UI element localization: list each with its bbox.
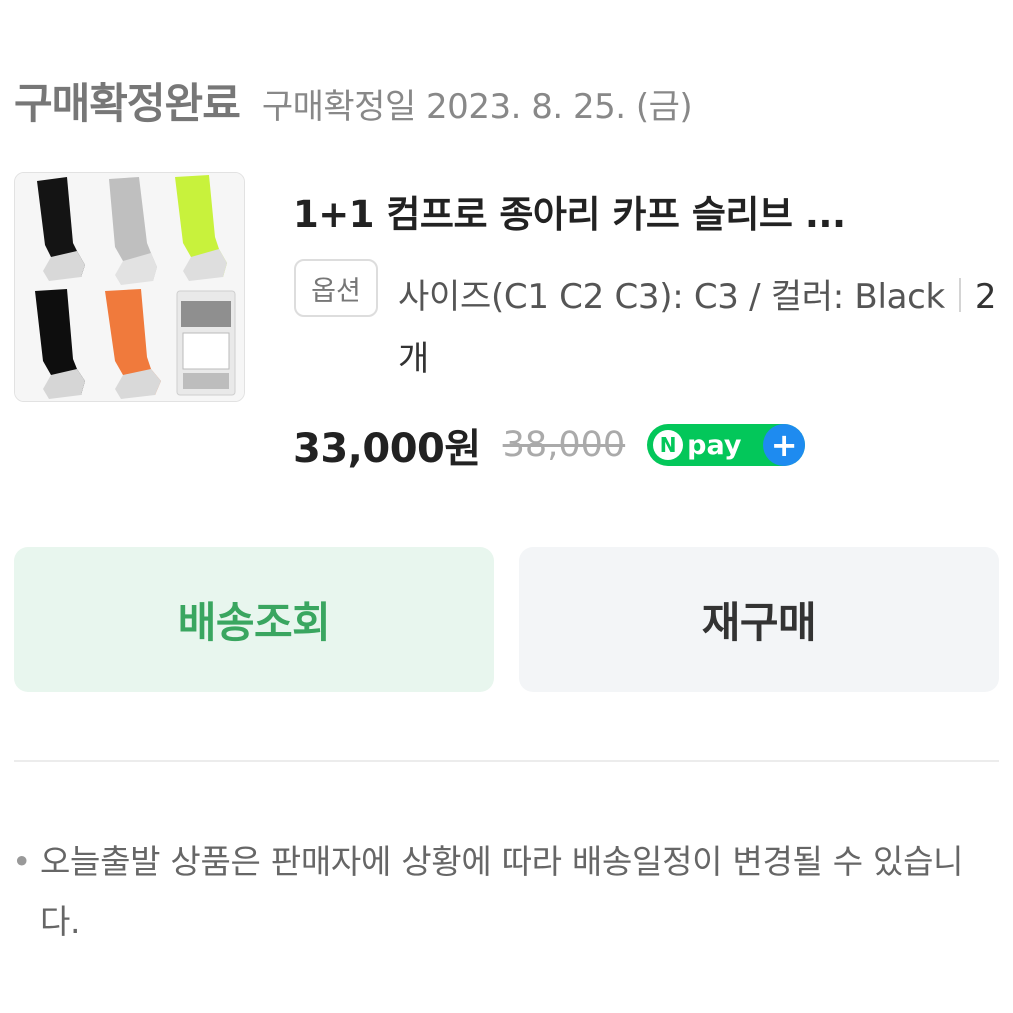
calf-sleeve-product-image [15,173,244,401]
notice-text: 오늘출발 상품은 판매자에 상황에 따라 배송일정이 변경될 수 있습니다. [40,842,964,941]
product-option-details: 사이즈(C1 C2 C3): C3 / 컬러: Black 2개 [398,266,998,390]
product-thumbnail[interactable] [14,172,245,402]
product-name[interactable]: 1+1 컴프로 종아리 카프 슬리브 ... [293,184,993,238]
npay-label: pay [687,429,742,461]
order-status-title: 구매확정완료 [14,79,241,128]
order-item-page: 구매확정완료 구매확정일 2023. 8. 25. (금) 1+1 컴프로 종아… [0,0,1013,1013]
npay-plus-mark: + [763,424,806,466]
order-status-header: 구매확정완료 구매확정일 2023. 8. 25. (금) [14,70,693,131]
shipping-notice: • 오늘출발 상품은 판매자에 상황에 따라 배송일정이 변경될 수 있습니다. [12,832,1002,952]
option-value: 사이즈(C1 C2 C3): C3 / 컬러: Black [398,277,945,317]
section-divider [14,760,999,762]
npay-n-mark: N [653,430,684,460]
track-delivery-button[interactable]: 배송조회 [14,547,494,692]
option-divider [958,278,961,312]
npay-logo-icon: N pay + [647,424,806,466]
option-badge: 옵션 [294,259,378,317]
sale-price: 33,000원 [293,426,481,472]
bullet-icon: • [12,842,32,881]
purchase-confirm-date: 구매확정일 2023. 8. 25. (금) [261,87,693,127]
rebuy-button[interactable]: 재구매 [519,547,999,692]
price-row: 33,000원 38,000 N pay + [293,416,806,474]
original-price: 38,000 [502,425,626,465]
